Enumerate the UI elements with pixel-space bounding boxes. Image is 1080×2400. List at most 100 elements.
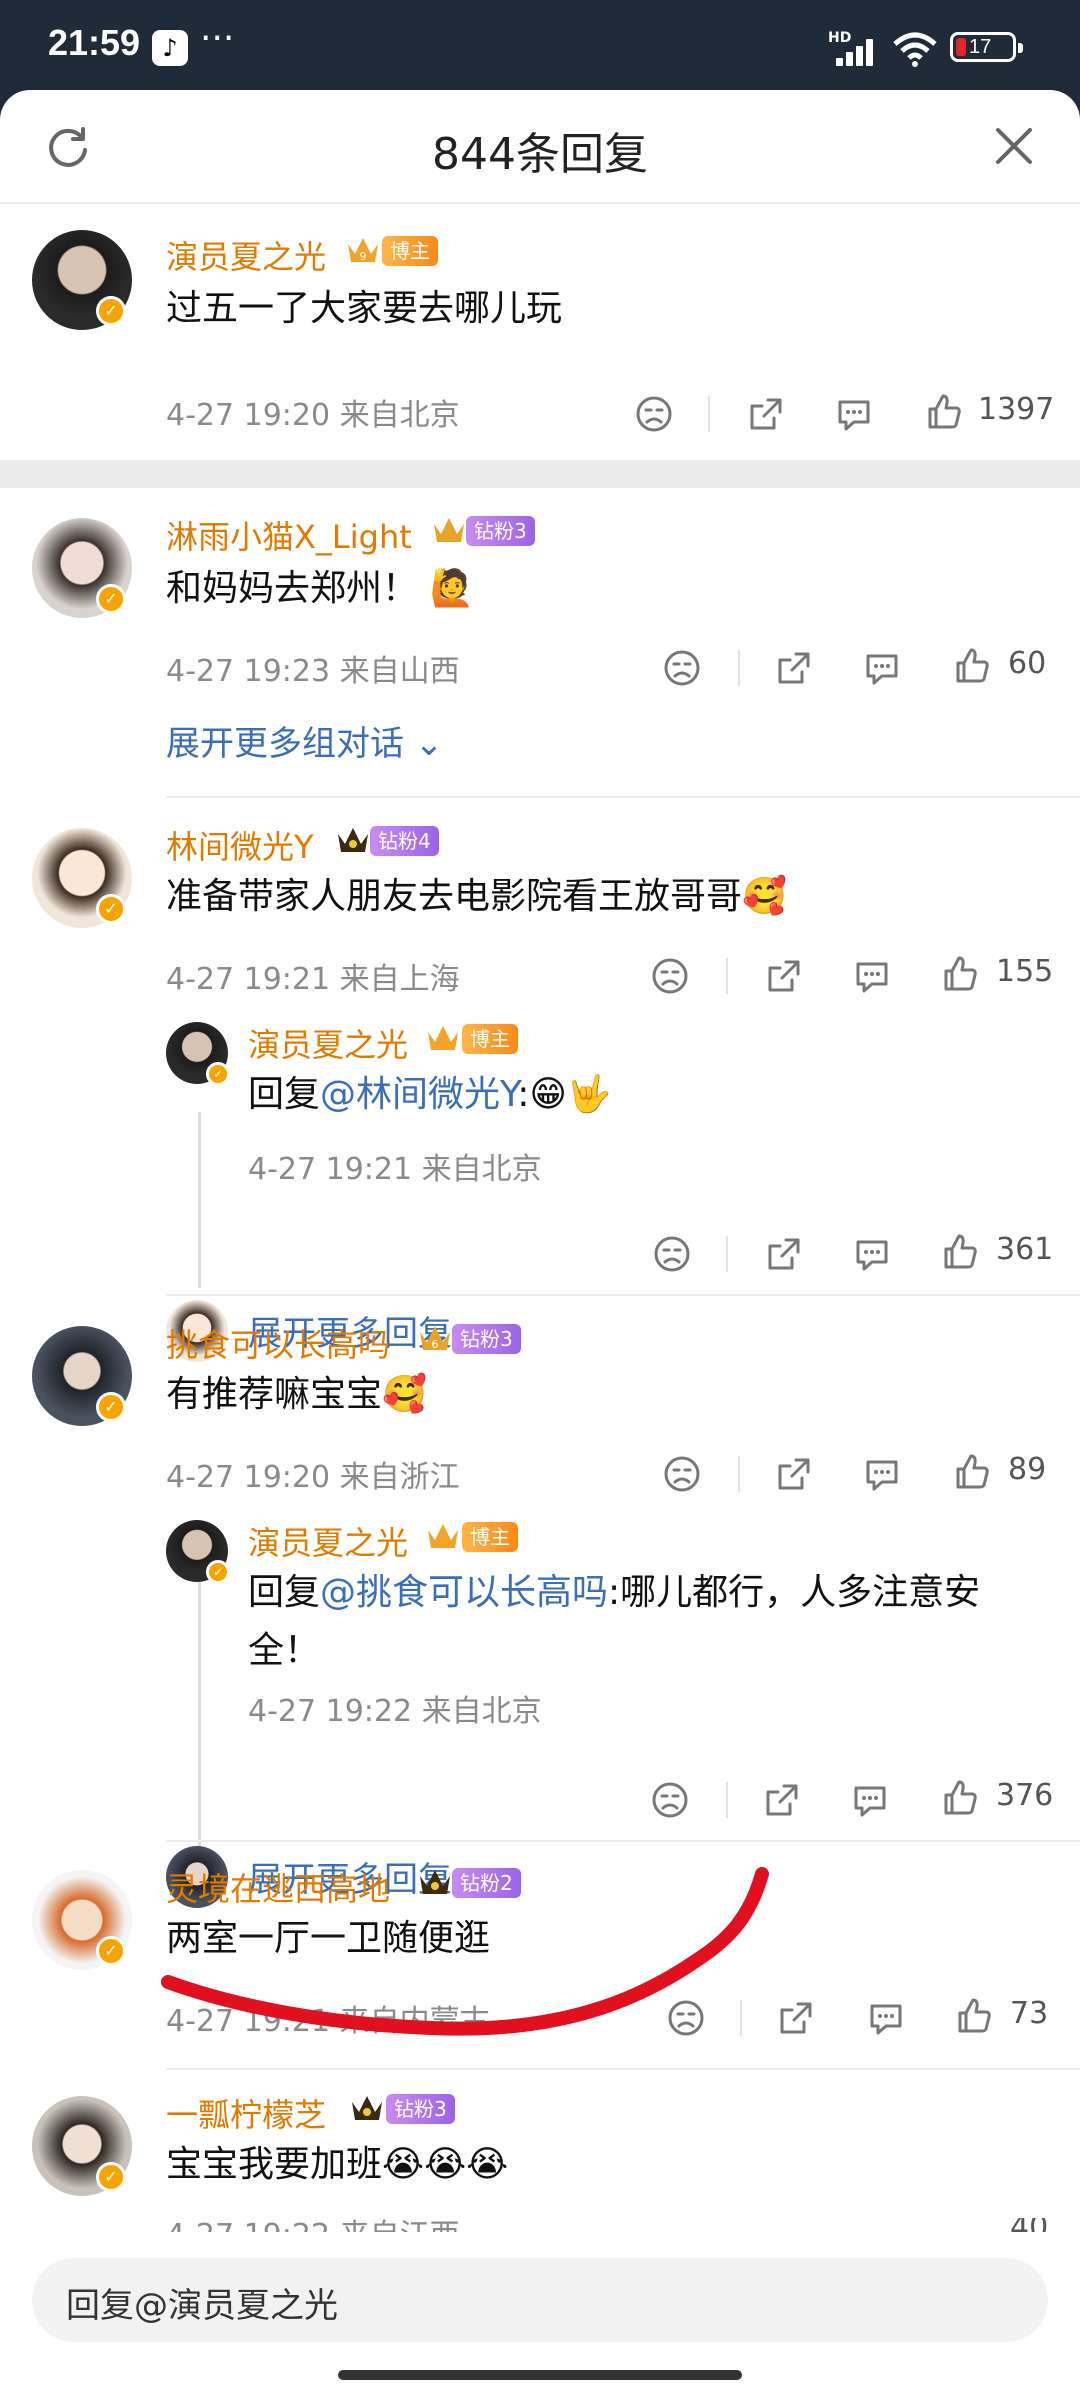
- share-icon[interactable]: [776, 1998, 816, 2038]
- reply-text: 回复@挑食可以长高吗:哪儿都行，人多注意安全！: [248, 1572, 981, 1671]
- role-tag: 博主: [462, 1522, 518, 1552]
- share-icon[interactable]: [764, 1234, 804, 1274]
- comment-meta-time: 4-27 19:21 来自上海: [166, 962, 460, 997]
- red-annotation-stroke: [161, 1867, 769, 2036]
- comment-icon[interactable]: [862, 648, 902, 688]
- role-tag: 博主: [382, 236, 438, 266]
- crown-icon: [434, 518, 464, 542]
- status-time: 21:59: [48, 22, 141, 63]
- share-icon[interactable]: [746, 394, 786, 434]
- comment-icon[interactable]: [834, 394, 874, 434]
- emoji-icon: 🥰: [382, 1374, 427, 1415]
- like-icon[interactable]: [924, 392, 964, 432]
- comment-text: 宝宝我要加班😭😭😭: [166, 2144, 509, 2185]
- dislike-icon[interactable]: [666, 1998, 706, 2038]
- dislike-icon[interactable]: [634, 394, 674, 434]
- battery-level: 17: [969, 36, 992, 58]
- verified-badge-icon: ✓: [96, 584, 126, 614]
- comment-icon[interactable]: [862, 1454, 902, 1494]
- crown-icon: 6: [420, 1326, 450, 1351]
- expand-conversation-link[interactable]: 展开更多组对话 ⌄: [166, 716, 443, 765]
- reply-username[interactable]: 演员夏之光: [248, 1518, 408, 1564]
- emoji-icon: 😭😭😭: [382, 2144, 509, 2185]
- dislike-icon[interactable]: [652, 1234, 692, 1274]
- comment-divider: [166, 1294, 1080, 1296]
- reply-meta-time: 4-27 19:21 来自北京: [248, 1152, 542, 1187]
- crown-icon: [428, 1524, 458, 1548]
- replies-sheet: 844条回复 ✓ 演员夏之光 9 博主 过五一了大家要去哪儿玩 4-27 19:…: [0, 90, 1080, 2400]
- action-separator: [726, 1236, 728, 1272]
- comment-icon[interactable]: [866, 1998, 906, 2038]
- crown-icon: [428, 1026, 458, 1050]
- action-separator: [738, 1456, 740, 1492]
- like-icon[interactable]: [954, 1996, 994, 2036]
- verified-badge-icon: ✓: [96, 894, 126, 924]
- username[interactable]: 灵境在逃西高地: [166, 1864, 390, 1910]
- like-icon[interactable]: [940, 1232, 980, 1272]
- username[interactable]: 一瓢柠檬芝: [166, 2090, 326, 2136]
- comment-icon[interactable]: [850, 1780, 890, 1820]
- mention-link[interactable]: @挑食可以长高吗: [320, 1572, 608, 1613]
- username[interactable]: 林间微光Y: [166, 822, 314, 868]
- like-icon[interactable]: [952, 1452, 992, 1492]
- thread-line: [198, 1560, 201, 1850]
- comment-text: 和妈妈去郑州！ 🙋: [166, 568, 475, 609]
- like-count: 155: [996, 954, 1054, 989]
- fan-tag: 钻粉3: [452, 1324, 521, 1354]
- comment-meta-time: 4-27 19:21 来自内蒙古: [166, 2004, 490, 2039]
- comment-text: 有推荐嘛宝宝🥰: [166, 1374, 427, 1415]
- verified-badge-icon: ✓: [96, 1936, 126, 1966]
- username[interactable]: 挑食可以长高吗: [166, 1320, 390, 1366]
- svg-text:6: 6: [432, 1338, 439, 1351]
- dislike-icon[interactable]: [650, 1780, 690, 1820]
- comment-text: 两室一厅一卫随便逛: [166, 1918, 491, 1959]
- battery-icon: 17: [950, 32, 1023, 62]
- crown-icon: [338, 828, 368, 852]
- main-comment: ✓ 演员夏之光 9 博主 过五一了大家要去哪儿玩 4-27 19:20 来自北京…: [0, 90, 1080, 433]
- like-count: 89: [1008, 1452, 1047, 1487]
- crown-icon: [420, 1870, 450, 1894]
- reply-input-placeholder: 回复@演员夏之光: [66, 2286, 338, 2326]
- reply-input[interactable]: 回复@演员夏之光: [32, 2258, 1048, 2342]
- clipped-row: 4-27 19:22 来自江西 40: [0, 2218, 1080, 2232]
- fan-tag: 钻粉3: [386, 2094, 455, 2124]
- verified-badge-icon: ✓: [206, 1560, 230, 1584]
- action-separator: [726, 1782, 728, 1818]
- like-icon[interactable]: [952, 646, 992, 686]
- verified-badge-icon: ✓: [96, 1392, 126, 1422]
- tiktok-icon: ♪: [152, 30, 188, 66]
- emoji-icon: 🥰: [742, 876, 787, 917]
- share-icon[interactable]: [774, 648, 814, 688]
- mention-link[interactable]: @林间微光Y: [320, 1074, 517, 1115]
- comment-divider: [166, 796, 1080, 798]
- share-icon[interactable]: [774, 1454, 814, 1494]
- action-separator: [738, 650, 740, 686]
- like-count: 73: [1010, 1996, 1049, 2031]
- like-count: 376: [996, 1778, 1054, 1813]
- like-count: 60: [1008, 646, 1047, 681]
- comment-text: 准备带家人朋友去电影院看王放哥哥🥰: [166, 876, 787, 917]
- comment-icon[interactable]: [852, 956, 892, 996]
- reply-meta-time: 4-27 19:22 来自北京: [248, 1694, 542, 1729]
- like-icon[interactable]: [940, 1778, 980, 1818]
- comment-meta-time: 4-27 19:23 来自山西: [166, 654, 460, 689]
- dislike-icon[interactable]: [662, 648, 702, 688]
- like-count: 1397: [978, 392, 1055, 427]
- comment-icon[interactable]: [852, 1234, 892, 1274]
- wifi-icon: [893, 32, 937, 67]
- role-tag: 博主: [462, 1024, 518, 1054]
- home-indicator[interactable]: [338, 2370, 742, 2380]
- fan-tag: 钻粉3: [466, 516, 535, 546]
- share-icon[interactable]: [762, 1780, 802, 1820]
- fan-tag: 钻粉2: [452, 1868, 521, 1898]
- comment-meta-time: 4-27 19:20 来自北京: [166, 398, 460, 433]
- comment-meta-time: 4-27 19:20 来自浙江: [166, 1460, 460, 1495]
- comment-meta-time: 4-27 19:22 来自江西: [166, 2218, 460, 2232]
- dislike-icon[interactable]: [650, 956, 690, 996]
- share-icon[interactable]: [764, 956, 804, 996]
- username[interactable]: 演员夏之光: [166, 232, 326, 278]
- dislike-icon[interactable]: [662, 1454, 702, 1494]
- username[interactable]: 淋雨小猫X_Light: [166, 512, 412, 558]
- like-icon[interactable]: [940, 954, 980, 994]
- reply-username[interactable]: 演员夏之光: [248, 1020, 408, 1066]
